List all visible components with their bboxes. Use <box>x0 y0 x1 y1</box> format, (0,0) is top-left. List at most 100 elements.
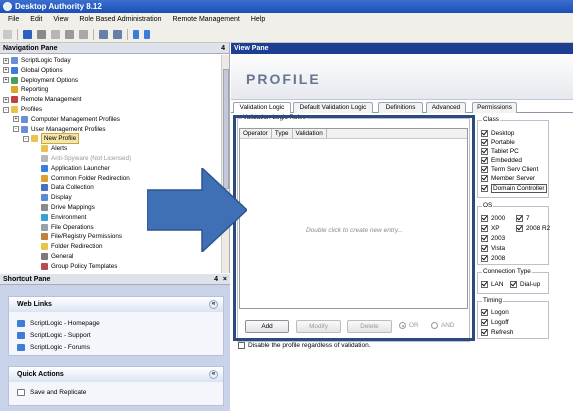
tab-advanced[interactable]: Advanced <box>426 102 466 113</box>
open-icon[interactable] <box>37 30 46 39</box>
tab-permissions[interactable]: Permissions <box>472 102 517 113</box>
expand-icon[interactable]: + <box>3 57 9 64</box>
collapse-icon[interactable]: - <box>3 106 9 113</box>
menu-role-based-administration[interactable]: Role Based Administration <box>79 13 161 27</box>
quick-actions-header[interactable]: Quick Actions « <box>9 367 223 382</box>
checkbox-label: Portable <box>491 139 515 146</box>
web-links-header[interactable]: Web Links « <box>9 297 223 312</box>
menu-help[interactable]: Help <box>251 13 265 27</box>
tree-item-label: General <box>51 253 74 260</box>
tree-item[interactable]: Display <box>33 193 72 202</box>
class-domain-controller-checkbox[interactable]: Domain Controller <box>481 184 547 193</box>
tree-item[interactable]: General <box>33 252 73 261</box>
save-icon[interactable] <box>23 30 32 39</box>
class-tablet-pc-checkbox[interactable]: Tablet PC <box>481 148 519 155</box>
tree-item[interactable]: Common Folder Redirection <box>33 174 130 183</box>
class-embedded-checkbox[interactable]: Embedded <box>481 157 522 164</box>
policy-icon <box>41 262 48 270</box>
os-2003-checkbox[interactable]: 2003 <box>481 235 505 242</box>
redo-icon[interactable] <box>113 30 122 39</box>
connection-dialup-checkbox[interactable]: Dial-up <box>510 281 540 288</box>
tree-item[interactable]: + Remote Management <box>3 95 82 104</box>
timing-logoff-checkbox[interactable]: Logoff <box>481 319 509 326</box>
checkbox-label: Disable the profile regardless of valida… <box>248 342 371 349</box>
tree-item[interactable]: Data Collection <box>33 183 94 192</box>
link-icon <box>17 331 25 339</box>
timing-logon-checkbox[interactable]: Logon <box>481 309 509 316</box>
class-member-server-checkbox[interactable]: Member Server <box>481 175 535 182</box>
web-links-panel: Web Links « ScriptLogic - Homepage Scrip… <box>8 296 224 356</box>
tree-item[interactable]: Drive Mappings <box>33 203 95 212</box>
checkbox-label: LAN <box>491 281 504 288</box>
os-2008-r2-checkbox[interactable]: 2008 R2 <box>516 225 550 232</box>
save-and-replicate-action[interactable]: Save and Replicate <box>9 386 223 398</box>
undo-icon[interactable] <box>99 30 108 39</box>
up-icon[interactable] <box>133 30 139 39</box>
tree-item[interactable]: + Computer Management Profiles <box>13 115 120 124</box>
new-icon[interactable] <box>3 30 12 39</box>
menu-file[interactable]: File <box>8 13 19 27</box>
collapse-icon[interactable]: « <box>209 300 218 309</box>
tree-item[interactable]: - User Management Profiles <box>13 125 106 134</box>
tab-validation-logic[interactable]: Validation Logic <box>233 102 291 113</box>
globe-icon <box>11 66 18 74</box>
expand-icon[interactable]: + <box>3 67 9 74</box>
tree-item[interactable]: Application Launcher <box>33 164 110 173</box>
pin-icon[interactable]: 4 <box>221 43 225 54</box>
window-title: Desktop Authority 8.12 <box>15 2 102 11</box>
tree-item[interactable]: Folder Redirection <box>33 242 102 251</box>
web-link-forums[interactable]: ScriptLogic - Forums <box>9 341 223 353</box>
paste-icon[interactable] <box>79 30 88 39</box>
connection-lan-checkbox[interactable]: LAN <box>481 281 503 288</box>
timing-refresh-checkbox[interactable]: Refresh <box>481 329 513 336</box>
os-2000-checkbox[interactable]: 2000 <box>481 215 505 222</box>
os-vista-checkbox[interactable]: Vista <box>481 245 505 252</box>
class-desktop-checkbox[interactable]: Desktop <box>481 130 514 137</box>
os-7-checkbox[interactable]: 7 <box>516 215 530 222</box>
close-icon[interactable]: × <box>223 274 227 285</box>
tree-item[interactable]: - New Profile <box>23 133 80 145</box>
expand-icon[interactable]: + <box>13 116 19 123</box>
expand-icon[interactable]: + <box>3 77 9 84</box>
expand-icon[interactable]: + <box>3 96 9 103</box>
menu-remote-management[interactable]: Remote Management <box>173 13 240 27</box>
os-xp-checkbox[interactable]: XP <box>481 225 500 232</box>
tree-item[interactable]: Reporting <box>3 85 48 94</box>
checkbox-label: Desktop <box>491 130 515 137</box>
disable-profile-checkbox[interactable]: Disable the profile regardless of valida… <box>238 342 370 349</box>
checkbox-icon <box>481 157 488 164</box>
cut-icon[interactable] <box>65 30 74 39</box>
web-link-support[interactable]: ScriptLogic - Support <box>9 329 223 341</box>
data-icon <box>41 184 48 192</box>
checkbox-label: Vista <box>491 245 506 252</box>
tree-item[interactable]: File/Registry Permissions <box>33 232 122 241</box>
pin-icon[interactable]: 4 <box>214 274 218 285</box>
collapse-icon[interactable]: « <box>209 370 218 379</box>
tree-item[interactable]: + Deployment Options <box>3 76 78 85</box>
collapse-icon[interactable]: - <box>23 135 29 142</box>
checkbox-label: XP <box>491 225 500 232</box>
tree-item[interactable]: File Operations <box>33 223 94 232</box>
class-portable-checkbox[interactable]: Portable <box>481 139 515 146</box>
copy-icon[interactable] <box>51 30 60 39</box>
checkbox-icon <box>481 309 488 316</box>
class-term-serv-client-checkbox[interactable]: Term Serv Client <box>481 166 538 173</box>
file-icon <box>41 223 48 231</box>
tree-item-label: Profiles <box>21 106 42 113</box>
tree-item[interactable]: Environment <box>33 213 86 222</box>
tab-definitions[interactable]: Definitions <box>378 102 423 113</box>
tree-item[interactable]: Anti-Spyware (Not Licensed) <box>33 154 131 163</box>
tree-item[interactable]: - Profiles <box>3 105 42 114</box>
tab-default-validation-logic[interactable]: Default Validation Logic <box>293 102 373 113</box>
menu-edit[interactable]: Edit <box>30 13 42 27</box>
web-link-homepage[interactable]: ScriptLogic - Homepage <box>9 317 223 329</box>
tree-item[interactable]: + Global Options <box>3 66 63 75</box>
os-2008-checkbox[interactable]: 2008 <box>481 255 505 262</box>
collapse-icon[interactable]: - <box>13 126 19 133</box>
tree-item[interactable]: Alerts <box>33 144 67 153</box>
tree-item[interactable]: + ScriptLogic Today <box>3 56 71 65</box>
navigation-pane-title: Navigation Pane <box>3 45 58 52</box>
menu-view[interactable]: View <box>53 13 68 27</box>
down-icon[interactable] <box>144 30 150 39</box>
tree-item[interactable]: Group Policy Templates <box>33 262 117 271</box>
